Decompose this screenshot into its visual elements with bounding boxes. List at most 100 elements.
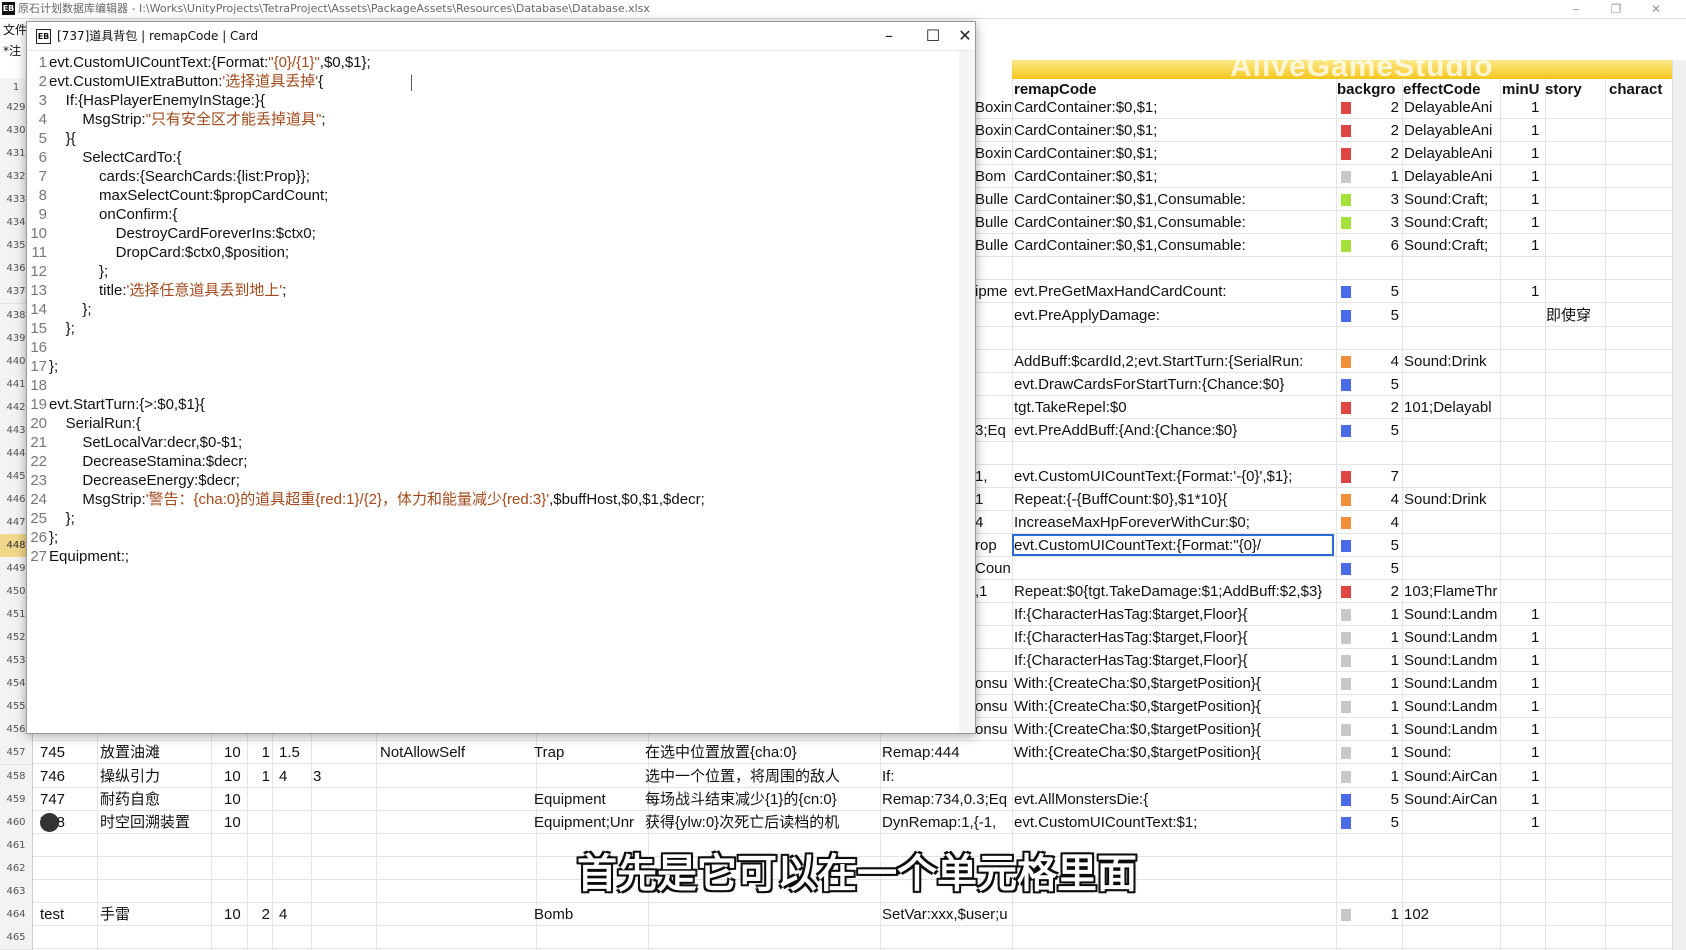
cell-minu[interactable]: 1 [1531,672,1543,695]
cell-backgro[interactable]: 1 [1355,165,1399,188]
cell-backgro[interactable]: 5 [1355,811,1399,834]
cell-backgro[interactable]: 5 [1355,373,1399,396]
cell-left-overflow[interactable]: onsu [975,672,1011,695]
code-line[interactable]: evt.StartTurn:{>:$0,$1}{ [49,395,205,414]
code-line[interactable]: SelectCardTo:{ [49,148,181,167]
cell-id[interactable]: 745 [40,741,95,764]
cell-backgro[interactable]: 1 [1355,603,1399,626]
cell-minu[interactable]: 1 [1531,119,1543,142]
cell-remapcode[interactable]: If:{CharacterHasTag:$target,Floor}{ [1014,603,1334,626]
cell-remapcode[interactable]: tgt.TakeRepel:$0 [1014,396,1334,419]
cell-backgro[interactable]: 5 [1355,788,1399,811]
cell-c[interactable]: 1.5 [279,741,309,764]
cell-effectcode[interactable]: DelayableAni [1404,119,1500,142]
cell-minu[interactable]: 1 [1531,626,1543,649]
cell-remapcode[interactable]: CardContainer:$0,$1; [1014,142,1334,165]
row-header[interactable]: 457 [0,741,33,766]
cell-minu[interactable]: 1 [1531,188,1543,211]
cell-backgro[interactable]: 5 [1355,304,1399,327]
cell-backgro[interactable]: 1 [1355,741,1399,764]
cell-type[interactable]: Trap [534,741,646,764]
cell-backgro[interactable]: 1 [1355,672,1399,695]
cell-a[interactable]: 10 [224,788,246,811]
row-header[interactable]: 464 [0,902,33,927]
cell-minu[interactable]: 1 [1531,811,1543,834]
cell-effectcode[interactable]: Sound:Craft; [1404,211,1500,234]
cell-desc[interactable]: 每场战斗结束减少{1}的{cn:0} [645,788,877,811]
code-line[interactable]: title:'选择任意道具丢到地上'; [49,281,286,300]
cell-minu[interactable]: 1 [1531,649,1543,672]
cell-backgro[interactable]: 1 [1355,626,1399,649]
cell-h[interactable]: Remap:734,0.3;Eq [882,788,1010,811]
cell-backgro[interactable]: 3 [1355,188,1399,211]
cell-effectcode[interactable]: 102 [1404,903,1500,926]
cell-name[interactable]: 时空回溯装置 [100,811,210,834]
code-line[interactable]: DestroyCardForeverIns:$ctx0; [49,224,316,243]
header-backgro[interactable]: backgro [1337,80,1401,100]
cell-left-overflow[interactable]: 3;Eq [975,419,1011,442]
cell-effectcode[interactable]: Sound:Landm [1404,626,1500,649]
cell-backgro[interactable]: 4 [1355,511,1399,534]
cell-minu[interactable]: 1 [1531,695,1543,718]
cell-remapcode[interactable]: evt.CustomUICountText:{Format:'-{0}',$1}… [1014,465,1334,488]
cell-left-overflow[interactable]: Bulle [975,234,1011,257]
cell-minu[interactable]: 1 [1531,788,1543,811]
cell-remapcode[interactable]: IncreaseMaxHpForeverWithCur:$0; [1014,511,1334,534]
code-line[interactable]: evt.CustomUICountText:{Format:"{0}/{1}",… [49,53,371,72]
cell-left-overflow[interactable]: Coun [975,557,1011,580]
cell-remapcode[interactable]: With:{CreateCha:$0,$targetPosition}{ [1014,741,1334,764]
cell-h[interactable]: SetVar:xxx,$user;u [882,903,1010,926]
cell-h[interactable]: If: [882,765,1010,788]
code-line[interactable]: }; [49,319,75,338]
main-close-button[interactable]: ✕ [1636,0,1676,18]
cell-effectcode[interactable]: Sound: [1404,741,1500,764]
selected-cell[interactable] [1012,534,1334,557]
row-header[interactable]: 458 [0,764,33,789]
cell-type[interactable]: Equipment [534,788,646,811]
row-header[interactable]: 459 [0,787,33,812]
code-line[interactable]: DropCard:$ctx0,$position; [49,243,289,262]
cell-minu[interactable]: 1 [1531,603,1543,626]
cell-remapcode[interactable]: evt.PreAddBuff:{And:{Chance:$0} [1014,419,1334,442]
cell-name[interactable]: 耐药自愈 [100,788,210,811]
cell-effectcode[interactable]: 103;FlameThr [1404,580,1500,603]
cell-a[interactable]: 10 [224,903,246,926]
cell-effectcode[interactable]: Sound:Craft; [1404,234,1500,257]
code-line[interactable]: MsgStrip:"只有安全区才能丢掉道具"; [49,110,325,129]
record-icon[interactable] [40,812,59,832]
cell-effectcode[interactable]: Sound:AirCan [1404,788,1500,811]
cell-desc[interactable]: 获得{ylw:0}次死亡后读档的机 [645,811,877,834]
cell-h[interactable]: DynRemap:1,{-1, [882,811,1010,834]
cell-left-overflow[interactable]: Boxin [975,96,1011,119]
code-line[interactable]: SerialRun:{ [49,414,141,433]
code-line[interactable]: }; [49,300,91,319]
header-minu[interactable]: minU [1502,80,1542,100]
cell-story[interactable]: 即使穿 [1546,304,1604,327]
cell-backgro[interactable]: 1 [1355,649,1399,672]
cell-minu[interactable]: 1 [1531,741,1543,764]
cell-backgro[interactable]: 2 [1355,580,1399,603]
cell-desc[interactable]: 在选中位置放置{cha:0} [645,741,877,764]
cell-effectcode[interactable]: Sound:Drink [1404,350,1500,373]
cell-backgro[interactable]: 2 [1355,119,1399,142]
cell-remapcode[interactable]: evt.PreApplyDamage: [1014,304,1334,327]
cell-type[interactable]: Equipment;Unr [534,811,646,834]
cell-left-overflow[interactable]: onsu [975,695,1011,718]
code-line[interactable]: }; [49,357,58,376]
header-story[interactable]: story [1545,80,1605,100]
cell-remapcode[interactable]: With:{CreateCha:$0,$targetPosition}{ [1014,718,1334,741]
cell-name[interactable]: 操纵引力 [100,765,210,788]
editor-close-button[interactable]: ✕ [955,22,975,50]
code-line[interactable]: }; [49,262,108,281]
cell-minu[interactable]: 1 [1531,165,1543,188]
cell-c[interactable]: 4 [279,765,309,788]
cell-remapcode[interactable]: CardContainer:$0,$1,Consumable: [1014,211,1334,234]
cell-backgro[interactable]: 1 [1355,718,1399,741]
code-line[interactable]: If:{HasPlayerEnemyInStage:}{ [49,91,265,110]
cell-minu[interactable]: 1 [1531,211,1543,234]
header-remapcode[interactable]: remapCode [1014,80,1334,100]
code-line[interactable]: DecreaseStamina:$decr; [49,452,247,471]
code-line[interactable]: SetLocalVar:decr,$0-$1; [49,433,242,452]
code-line[interactable]: evt.CustomUIExtraButton:'选择道具丢掉'{ [49,72,323,91]
code-line[interactable]: }; [49,509,75,528]
